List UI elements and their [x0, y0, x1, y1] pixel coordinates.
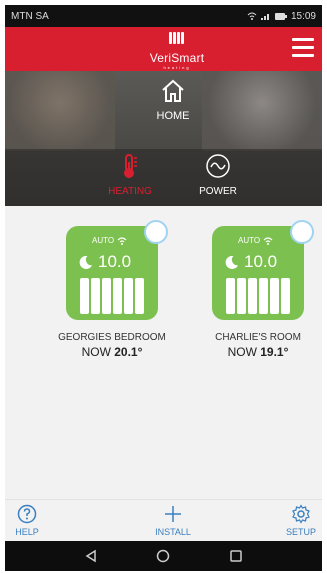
logo-text: VeriSmart — [149, 51, 205, 65]
help-label: HELP — [15, 527, 39, 537]
wifi-icon — [263, 236, 273, 245]
device-card[interactable]: AUTO 10.0 CHARLIE'S ROOM NOW 19.1° — [193, 220, 323, 359]
help-button[interactable]: HELP — [9, 504, 45, 537]
mode-tabs: HEATING POWER — [5, 149, 322, 206]
recents-icon[interactable] — [229, 549, 243, 563]
signal-icon — [260, 14, 269, 20]
radiator-icon — [80, 278, 144, 314]
now-prefix: NOW — [227, 345, 257, 359]
back-icon[interactable] — [84, 549, 98, 563]
device-name: CHARLIE'S ROOM — [215, 332, 301, 343]
clock-label: 15:09 — [290, 10, 316, 22]
battery-icon — [274, 12, 287, 20]
hamburger-icon[interactable] — [292, 38, 314, 62]
current-temp: NOW 19.1° — [193, 345, 323, 359]
bottom-toolbar: HELP INSTALL SETUP — [5, 499, 322, 542]
thermostat-tile[interactable]: AUTO 10.0 — [212, 220, 314, 320]
device-list: AUTO 10.0 GEORGIES BEDROOM NOW 20.1° AUT… — [5, 206, 322, 499]
setpoint-row: 10.0 — [224, 252, 277, 272]
setpoint-temp: 10.0 — [244, 252, 278, 271]
home-label: HOME — [156, 110, 190, 122]
device-toggle[interactable] — [144, 220, 168, 244]
current-temp: NOW 20.1° — [47, 345, 177, 359]
hero-banner: HOME HEATING POWER — [5, 71, 322, 206]
tab-power[interactable]: POWER — [183, 153, 253, 197]
status-icons: 15:09 — [247, 11, 316, 22]
home-button[interactable]: HOME — [145, 79, 201, 122]
device-toggle[interactable] — [290, 220, 314, 244]
power-wave-icon — [206, 154, 230, 178]
mode-indicator: AUTO — [238, 236, 273, 245]
carrier-label: MTN SA — [11, 10, 49, 22]
home-nav-icon[interactable] — [156, 549, 170, 563]
help-icon — [17, 504, 37, 524]
mode-label: AUTO — [238, 236, 261, 245]
radiator-logo-icon — [169, 32, 184, 44]
setup-button[interactable]: SETUP — [283, 504, 319, 537]
setpoint-row: 10.0 — [78, 252, 131, 272]
setpoint-temp: 10.0 — [98, 252, 132, 271]
home-icon — [162, 79, 184, 102]
moon-icon — [225, 255, 239, 269]
verismart-logo: VeriSmart heating — [145, 31, 209, 70]
now-prefix: NOW — [81, 345, 111, 359]
wifi-icon — [117, 236, 127, 245]
radiator-icon — [226, 278, 290, 314]
hero-background-right — [202, 71, 322, 151]
thermometer-icon — [124, 154, 137, 178]
plus-icon — [165, 506, 181, 522]
thermostat-tile[interactable]: AUTO 10.0 — [66, 220, 168, 320]
logo-subtext: heating — [163, 65, 191, 70]
mode-label: AUTO — [92, 236, 115, 245]
hero-background-left — [5, 71, 115, 151]
tab-heating[interactable]: HEATING — [95, 153, 165, 197]
wifi-icon — [247, 12, 257, 20]
status-bar: MTN SA 15:09 — [5, 5, 322, 27]
tab-heating-label: HEATING — [108, 186, 152, 197]
mode-indicator: AUTO — [92, 236, 127, 245]
system-nav-bar — [5, 541, 322, 571]
now-temp-value: 19.1° — [260, 345, 289, 359]
gear-icon — [292, 504, 310, 524]
moon-icon — [79, 255, 93, 269]
now-temp-value: 20.1° — [114, 345, 143, 359]
device-card[interactable]: AUTO 10.0 GEORGIES BEDROOM NOW 20.1° — [47, 220, 177, 359]
device-name: GEORGIES BEDROOM — [58, 332, 166, 343]
tab-power-label: POWER — [199, 186, 237, 197]
app-header: VeriSmart heating — [5, 27, 322, 71]
install-label: INSTALL — [155, 527, 191, 537]
setup-label: SETUP — [285, 527, 316, 537]
install-button[interactable]: INSTALL — [145, 504, 201, 537]
